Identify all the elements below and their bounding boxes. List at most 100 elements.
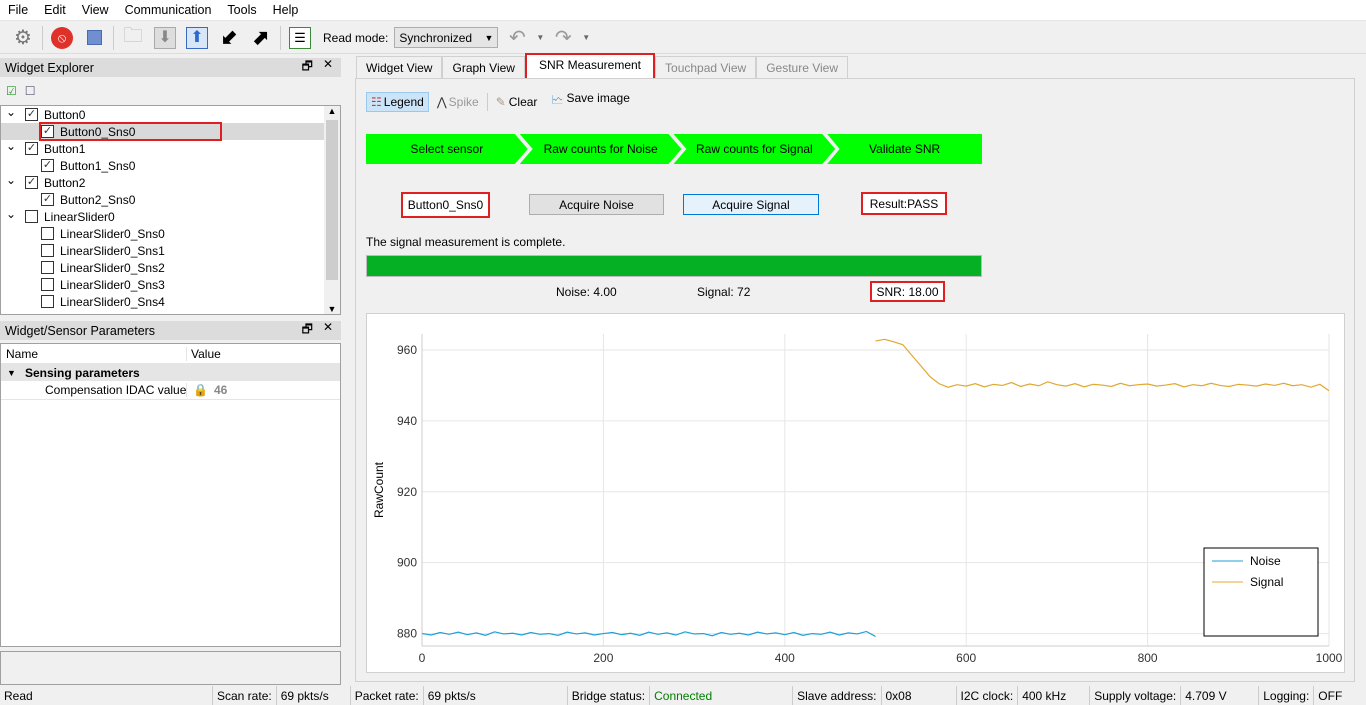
tree-item-label: Button1 xyxy=(44,141,86,156)
tree-item[interactable]: LinearSlider0_Sns4 xyxy=(1,293,340,310)
step-validate[interactable]: Validate SNR xyxy=(827,134,983,164)
checkbox[interactable]: ✓ xyxy=(25,108,38,121)
undo-icon[interactable]: ↶ xyxy=(504,25,530,51)
redo-icon[interactable]: ↷ xyxy=(550,25,576,51)
tree-item[interactable]: LinearSlider0_Sns3 xyxy=(1,276,340,293)
tab-touchpad-view[interactable]: Touchpad View xyxy=(655,56,757,79)
checkbox[interactable] xyxy=(41,227,54,240)
spike-label: Spike xyxy=(448,94,479,109)
packet-rate: 69 pkts/s xyxy=(422,686,567,705)
acquire-signal-button[interactable]: Acquire Signal xyxy=(683,194,819,215)
tree-item[interactable]: ⌄ ✓ Button1 xyxy=(1,139,340,157)
y-axis-label: RawCount xyxy=(372,461,386,518)
gear-icon[interactable]: ⚙ xyxy=(10,25,36,51)
download-icon[interactable]: ⬇ xyxy=(152,25,178,51)
checkbox[interactable] xyxy=(41,244,54,257)
expand-icon[interactable]: ⌄ xyxy=(6,207,25,221)
upload-icon[interactable]: ⬆ xyxy=(184,25,210,51)
progress-bar xyxy=(366,255,982,277)
expand-icon[interactable]: ⌄ xyxy=(6,106,25,119)
menu-communication[interactable]: Communication xyxy=(117,3,220,17)
scroll-up-icon[interactable]: ▲ xyxy=(324,106,340,120)
legend-icon: ☷ xyxy=(371,94,382,109)
tab-widget-view[interactable]: Widget View xyxy=(356,56,443,79)
tree-item[interactable]: ⌄ ✓ Button0 xyxy=(1,106,340,123)
checkbox[interactable] xyxy=(41,295,54,308)
checkbox[interactable]: ✓ xyxy=(25,142,38,155)
tree-item[interactable]: ✓ Button0_Sns0 xyxy=(1,122,324,141)
tree-item-label: LinearSlider0 xyxy=(44,209,115,224)
acquire-noise-button[interactable]: Acquire Noise xyxy=(529,194,664,215)
checkbox[interactable]: ✓ xyxy=(41,159,54,172)
wizard-steps: Select sensor Raw counts for Noise Raw c… xyxy=(366,134,983,164)
tree-item-label: Button1_Sns0 xyxy=(60,158,136,173)
open-folder-icon[interactable]: 🗀 xyxy=(120,25,146,51)
tree-item[interactable]: ⌄ LinearSlider0 xyxy=(1,207,340,225)
disconnect-icon[interactable]: ⦸ xyxy=(49,25,75,51)
spike-button[interactable]: ⋀ Spike xyxy=(437,95,479,109)
column-value: Value xyxy=(191,346,221,361)
float-icon[interactable]: 🗗 xyxy=(302,320,313,341)
menu-view[interactable]: View xyxy=(74,3,117,17)
tree-item[interactable]: ✓ Button1_Sns0 xyxy=(1,157,340,174)
checkbox[interactable]: ✓ xyxy=(41,193,54,206)
expand-icon[interactable]: ⌄ xyxy=(6,173,25,187)
parameters-table: Name Value ▼ Sensing parameters Compensati… xyxy=(0,343,341,647)
x-tick-label: 200 xyxy=(593,651,613,665)
stop-icon[interactable] xyxy=(81,25,107,51)
close-icon[interactable]: ✕ xyxy=(323,320,333,341)
tree-item[interactable]: LinearSlider0_Sns2 xyxy=(1,259,340,276)
tree-item[interactable]: ⌄ ✓ Button2 xyxy=(1,173,340,191)
read-mode-select[interactable]: Synchronized ▼ xyxy=(394,27,499,48)
menu-help[interactable]: Help xyxy=(265,3,307,17)
export-icon[interactable]: ⬈ xyxy=(248,25,274,51)
scroll-down-icon[interactable]: ▼ xyxy=(324,304,340,314)
snr-value: SNR: 18.00 xyxy=(870,281,945,302)
param-row[interactable]: Compensation IDAC value 🔒 46 xyxy=(1,381,340,400)
selected-sensor: Button0_Sns0 xyxy=(401,192,490,218)
group-label: Sensing parameters xyxy=(25,365,140,380)
float-icon[interactable]: 🗗 xyxy=(302,57,313,78)
slave-address-label: Slave address: xyxy=(792,686,880,705)
checkbox[interactable]: ✓ xyxy=(25,176,38,189)
menu-tools[interactable]: Tools xyxy=(219,3,264,17)
separator xyxy=(113,25,114,50)
tree-item[interactable]: LinearSlider0_Sns1 xyxy=(1,242,340,259)
tree-item-label: Button2_Sns0 xyxy=(60,192,136,207)
checkbox[interactable] xyxy=(41,261,54,274)
tree-item[interactable]: ✓ Button2_Sns0 xyxy=(1,191,340,208)
widget-explorer-panel: Widget Explorer 🗗 ✕ ☑ ☐ ⌄ ✓ Button0 ✓ Button0_… xyxy=(0,57,341,315)
step-signal[interactable]: Raw counts for Signal xyxy=(673,134,836,164)
undo-dropdown-icon[interactable]: ▼ xyxy=(536,33,544,42)
menu-file[interactable]: File xyxy=(0,3,36,17)
close-icon[interactable]: ✕ xyxy=(323,57,333,78)
expand-icon[interactable]: ⌄ xyxy=(6,139,25,153)
tab-snr-measurement[interactable]: SNR Measurement xyxy=(524,53,656,79)
log-icon[interactable]: ☰ xyxy=(287,25,313,51)
import-icon[interactable]: ⬋ xyxy=(216,25,242,51)
checkbox[interactable] xyxy=(25,210,38,223)
tab-gesture-view[interactable]: Gesture View xyxy=(756,56,848,79)
chart-image-icon: 🗠 xyxy=(551,93,564,107)
check-all-icon[interactable]: ☑ xyxy=(6,84,17,98)
step-select-sensor[interactable]: Select sensor xyxy=(366,134,528,164)
logging: OFF xyxy=(1313,686,1346,705)
tree-item[interactable]: LinearSlider0_Sns0 xyxy=(1,225,340,242)
expand-icon[interactable]: ▼ xyxy=(1,368,25,378)
menu-edit[interactable]: Edit xyxy=(36,3,74,17)
group-row[interactable]: ▼ Sensing parameters xyxy=(1,364,340,381)
x-tick-label: 1000 xyxy=(1316,651,1343,665)
scrollbar[interactable]: ▲ ▼ xyxy=(324,106,340,314)
redo-dropdown-icon[interactable]: ▼ xyxy=(582,33,590,42)
tree-item-label: LinearSlider0_Sns3 xyxy=(60,277,165,292)
status-read: Read xyxy=(4,688,33,703)
step-noise[interactable]: Raw counts for Noise xyxy=(519,134,682,164)
legend-button[interactable]: ☷ Legend xyxy=(366,91,429,112)
tab-graph-view[interactable]: Graph View xyxy=(442,56,525,79)
uncheck-all-icon[interactable]: ☐ xyxy=(25,84,36,98)
clear-button[interactable]: ✎ Clear xyxy=(496,95,538,109)
checkbox[interactable] xyxy=(41,278,54,291)
status-message: The signal measurement is complete. xyxy=(366,235,566,249)
scrollbar-thumb[interactable] xyxy=(326,120,338,280)
save-image-button[interactable]: 🗠 Save image xyxy=(551,91,629,112)
